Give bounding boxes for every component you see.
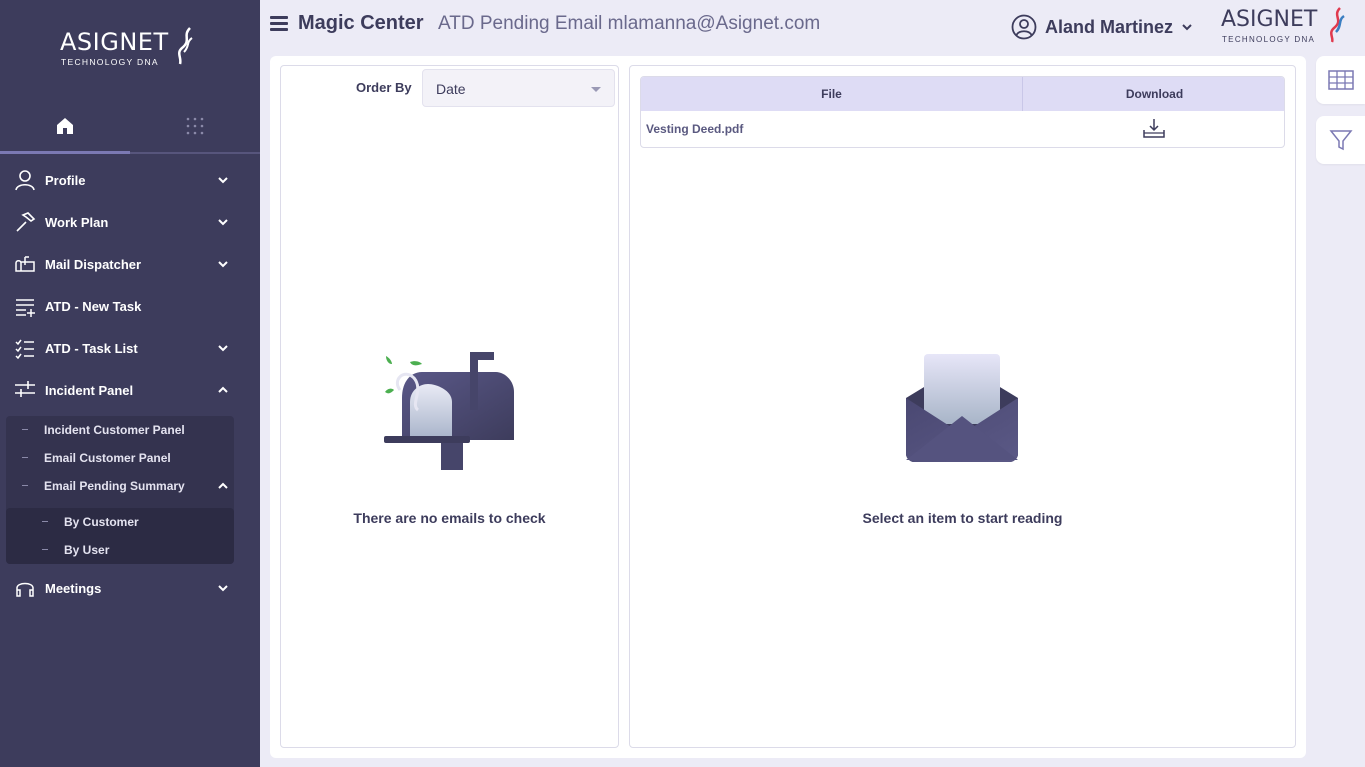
hammer-icon <box>16 212 36 232</box>
menu-toggle-icon[interactable] <box>270 16 288 32</box>
submenu-email-pending-summary[interactable]: Email Pending Summary <box>6 474 234 498</box>
nav-item-work-plan[interactable]: Work Plan <box>0 202 260 242</box>
dash <box>42 549 48 550</box>
page-subtitle: ATD Pending Email mlamanna@Asignet.com <box>438 13 821 34</box>
chevron-down-icon <box>218 345 228 352</box>
nav-label: ATD - Task List <box>45 340 138 356</box>
submenu-by-user[interactable]: By User <box>6 538 234 562</box>
order-by-value: Date <box>436 81 466 97</box>
checklist-icon <box>15 339 34 359</box>
nav-item-profile[interactable]: Profile <box>0 160 260 200</box>
dash <box>22 485 28 486</box>
chevron-up-icon <box>218 386 228 393</box>
chevron-down-icon <box>1182 24 1192 31</box>
table-header: File Download <box>641 77 1284 111</box>
grid-view-button[interactable] <box>1316 56 1365 104</box>
dash <box>42 521 48 522</box>
nav-label: ATD - New Task <box>45 298 142 314</box>
table-icon <box>1327 70 1354 90</box>
submenu-label: Email Pending Summary <box>44 479 185 493</box>
open-envelope-illustration <box>906 354 1018 462</box>
brand-tagline: TECHNOLOGY DNA <box>1222 35 1316 44</box>
nav-label: Incident Panel <box>45 382 134 398</box>
chevron-down-icon <box>218 219 228 226</box>
download-icon[interactable] <box>1143 118 1165 138</box>
nav-label: Mail Dispatcher <box>45 256 142 272</box>
column-header-file[interactable]: File <box>641 77 1023 111</box>
submenu-email-customer-panel[interactable]: Email Customer Panel <box>6 446 234 470</box>
attachments-table: File Download Vesting Deed.pdf <box>640 76 1285 148</box>
submenu-label: Email Customer Panel <box>44 451 171 465</box>
sidebar-tabs <box>0 100 260 154</box>
dash <box>22 429 28 430</box>
chevron-down-icon <box>218 585 228 592</box>
home-icon <box>57 118 73 134</box>
email-pending-summary-submenu: By Customer By User <box>6 508 234 564</box>
tab-home[interactable] <box>0 100 130 154</box>
reading-panel: File Download Vesting Deed.pdf Select an… <box>629 65 1296 748</box>
order-by-select[interactable]: Date <box>422 69 615 107</box>
top-bar: Magic Center ATD Pending Email mlamanna@… <box>260 0 1365 54</box>
file-name[interactable]: Vesting Deed.pdf <box>646 122 743 136</box>
empty-mailbox-illustration <box>384 352 514 470</box>
user-menu[interactable]: Aland Martinez <box>1011 12 1193 42</box>
empty-state-message: There are no emails to check <box>353 510 546 526</box>
nav-item-atd-task-list[interactable]: ATD - Task List <box>0 328 260 368</box>
incident-panel-submenu: Incident Customer Panel Email Customer P… <box>6 416 234 564</box>
nav-label: Work Plan <box>45 214 109 230</box>
filter-button[interactable] <box>1316 116 1365 164</box>
mailbox-icon <box>15 256 35 272</box>
reading-empty-message: Select an item to start reading <box>862 510 1063 526</box>
user-avatar-icon <box>1011 14 1037 40</box>
dropdown-arrow-icon <box>591 87 601 92</box>
chevron-up-icon <box>218 482 228 489</box>
tab-apps[interactable] <box>130 100 260 152</box>
table-row[interactable]: Vesting Deed.pdf <box>641 111 1284 147</box>
order-by-label: Order By <box>356 80 412 95</box>
dna-logo-icon <box>1330 7 1345 43</box>
logo-tagline: TECHNOLOGY DNA <box>61 57 159 67</box>
dna-logo-icon <box>178 27 193 65</box>
submenu-label: Incident Customer Panel <box>44 423 185 437</box>
nav-label: Meetings <box>45 580 102 596</box>
submenu-label: By Customer <box>64 515 139 529</box>
brand-logo: ASIGNET TECHNOLOGY DNA <box>1220 4 1350 48</box>
headset-icon <box>16 582 34 597</box>
user-name: Aland Martinez <box>1045 16 1174 37</box>
main-content: Order By Date There are no emails to che… <box>270 56 1306 758</box>
nav-item-mail-dispatcher[interactable]: Mail Dispatcher <box>0 244 260 284</box>
submenu-label: By User <box>64 543 110 557</box>
filter-icon <box>1328 130 1353 151</box>
submenu-incident-customer-panel[interactable]: Incident Customer Panel <box>6 418 234 442</box>
nav-label: Profile <box>45 172 86 188</box>
brand-word: ASIGNET <box>1221 7 1318 32</box>
logo-word: ASIGNET <box>60 28 169 56</box>
dash <box>22 457 28 458</box>
nav-item-meetings[interactable]: Meetings <box>0 568 260 608</box>
nav-item-incident-panel[interactable]: Incident Panel <box>0 370 260 410</box>
sidebar: ASIGNET TECHNOLOGY DNA Profile Work Plan… <box>0 0 260 767</box>
email-list-panel: Order By Date There are no emails to che… <box>280 65 619 748</box>
page-title: Magic Center <box>298 12 424 34</box>
nav-item-atd-new-task[interactable]: ATD - New Task <box>0 286 260 326</box>
submenu-by-customer[interactable]: By Customer <box>6 510 234 534</box>
list-add-icon <box>16 299 35 317</box>
column-header-download[interactable]: Download <box>1023 77 1284 111</box>
user-icon <box>15 170 35 191</box>
chevron-down-icon <box>218 261 228 268</box>
sliders-icon <box>15 381 35 397</box>
chevron-down-icon <box>218 177 228 184</box>
apps-grid-icon <box>186 117 204 135</box>
asignet-logo[interactable]: ASIGNET TECHNOLOGY DNA <box>60 24 210 72</box>
